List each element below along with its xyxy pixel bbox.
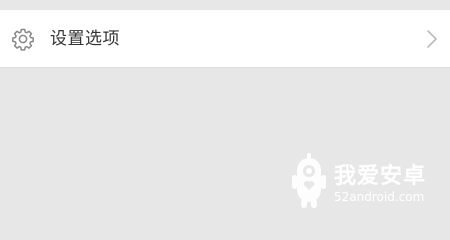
android-mascot-logo <box>292 153 326 208</box>
top-spacer <box>0 0 450 10</box>
watermark-domain-text: 52android.com <box>334 190 425 204</box>
gear-icon <box>12 28 34 51</box>
watermark-brand-text: 我爱安卓 <box>334 164 427 189</box>
settings-page: 设置选项 我爱安卓 52android.com <box>0 0 450 225</box>
settings-options-label: 设置选项 <box>50 29 120 49</box>
chevron-right-icon <box>427 30 437 48</box>
watermark: 我爱安卓 52android.com <box>290 153 440 213</box>
settings-options-row[interactable]: 设置选项 <box>0 10 450 68</box>
